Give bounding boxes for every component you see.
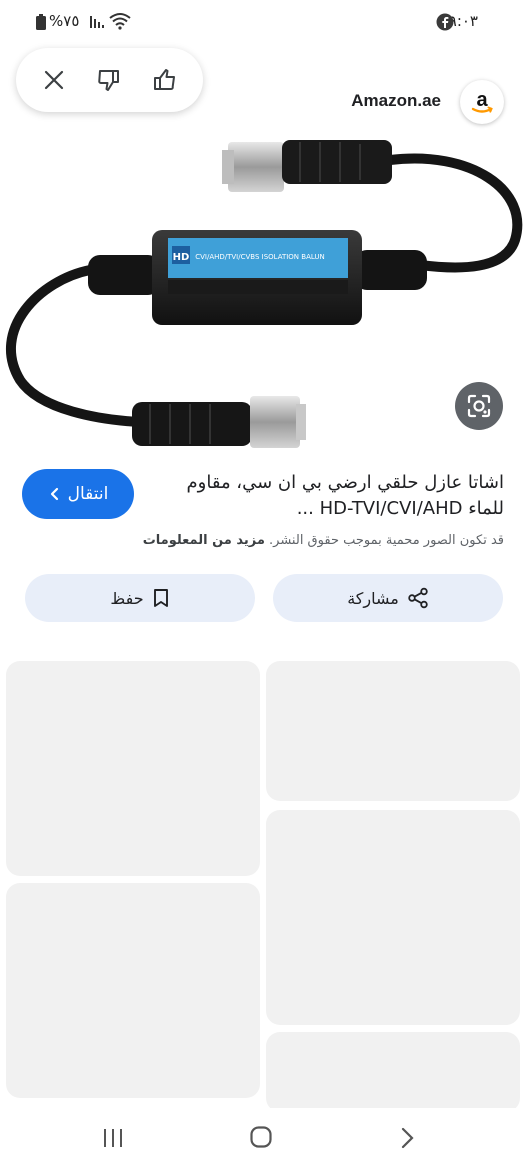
more-info-link[interactable]: مزيد من المعلومات <box>143 533 265 548</box>
like-button[interactable] <box>144 60 184 100</box>
share-button[interactable]: مشاركة <box>273 574 503 622</box>
recent-apps-icon <box>104 1129 122 1147</box>
amazon-logo[interactable]: a <box>460 80 504 124</box>
home-icon <box>250 1126 272 1148</box>
dislike-button[interactable] <box>89 60 129 100</box>
result-title-line2: للماء HD-TVI/CVI/AHD ... <box>296 498 504 519</box>
source-name[interactable]: Amazon.ae <box>351 91 441 111</box>
related-result-card[interactable] <box>6 883 260 1098</box>
wifi-icon <box>109 12 131 34</box>
battery-icon <box>36 14 46 34</box>
facebook-icon <box>436 13 454 35</box>
related-result-card[interactable] <box>266 810 520 1025</box>
close-button[interactable] <box>34 60 74 100</box>
feedback-bar <box>16 48 203 112</box>
close-icon <box>44 70 64 90</box>
signal-icon <box>89 13 105 33</box>
logo-letter: a <box>476 89 488 111</box>
recent-apps-button[interactable] <box>100 1126 126 1154</box>
battery-percent: %٧٥ <box>49 12 80 30</box>
visit-label: انتقال <box>67 484 109 504</box>
chevron-left-icon <box>50 487 58 501</box>
home-button[interactable] <box>249 1125 273 1153</box>
save-label: حفظ <box>110 588 144 608</box>
back-button[interactable] <box>396 1126 418 1154</box>
related-result-card[interactable] <box>6 661 260 876</box>
status-bar: ٩:٠٣ %٧٥ <box>0 0 526 44</box>
result-title-line1: اشاتا عازل حلقي ارضي بي ان سي، مقاوم <box>186 472 504 493</box>
product-image[interactable]: HD CVI/AHD/TVI/CVBS ISOLATION BALUN <box>0 130 526 460</box>
lens-search-button[interactable] <box>455 382 503 430</box>
thumbs-up-icon <box>154 69 175 90</box>
copyright-notice: قد تكون الصور محمية بموجب حقوق النشر. مز… <box>143 533 504 548</box>
thumbs-down-icon <box>98 70 119 91</box>
result-title[interactable]: اشاتا عازل حلقي ارضي بي ان سي، مقاوم للم… <box>154 470 504 522</box>
product-label: CVI/AHD/TVI/CVBS ISOLATION BALUN <box>195 253 325 261</box>
lens-icon <box>467 394 491 418</box>
product-badge: HD <box>173 252 190 263</box>
share-icon <box>408 587 428 609</box>
share-label: مشاركة <box>347 588 399 608</box>
bookmark-icon <box>153 589 168 607</box>
save-button[interactable]: حفظ <box>25 574 255 622</box>
back-icon <box>401 1127 414 1149</box>
system-nav-bar <box>0 1108 526 1169</box>
related-result-card[interactable] <box>266 1032 520 1112</box>
copyright-text: قد تكون الصور محمية بموجب حقوق النشر. <box>269 533 504 548</box>
related-result-card[interactable] <box>266 661 520 801</box>
visit-button[interactable]: انتقال <box>22 469 134 519</box>
